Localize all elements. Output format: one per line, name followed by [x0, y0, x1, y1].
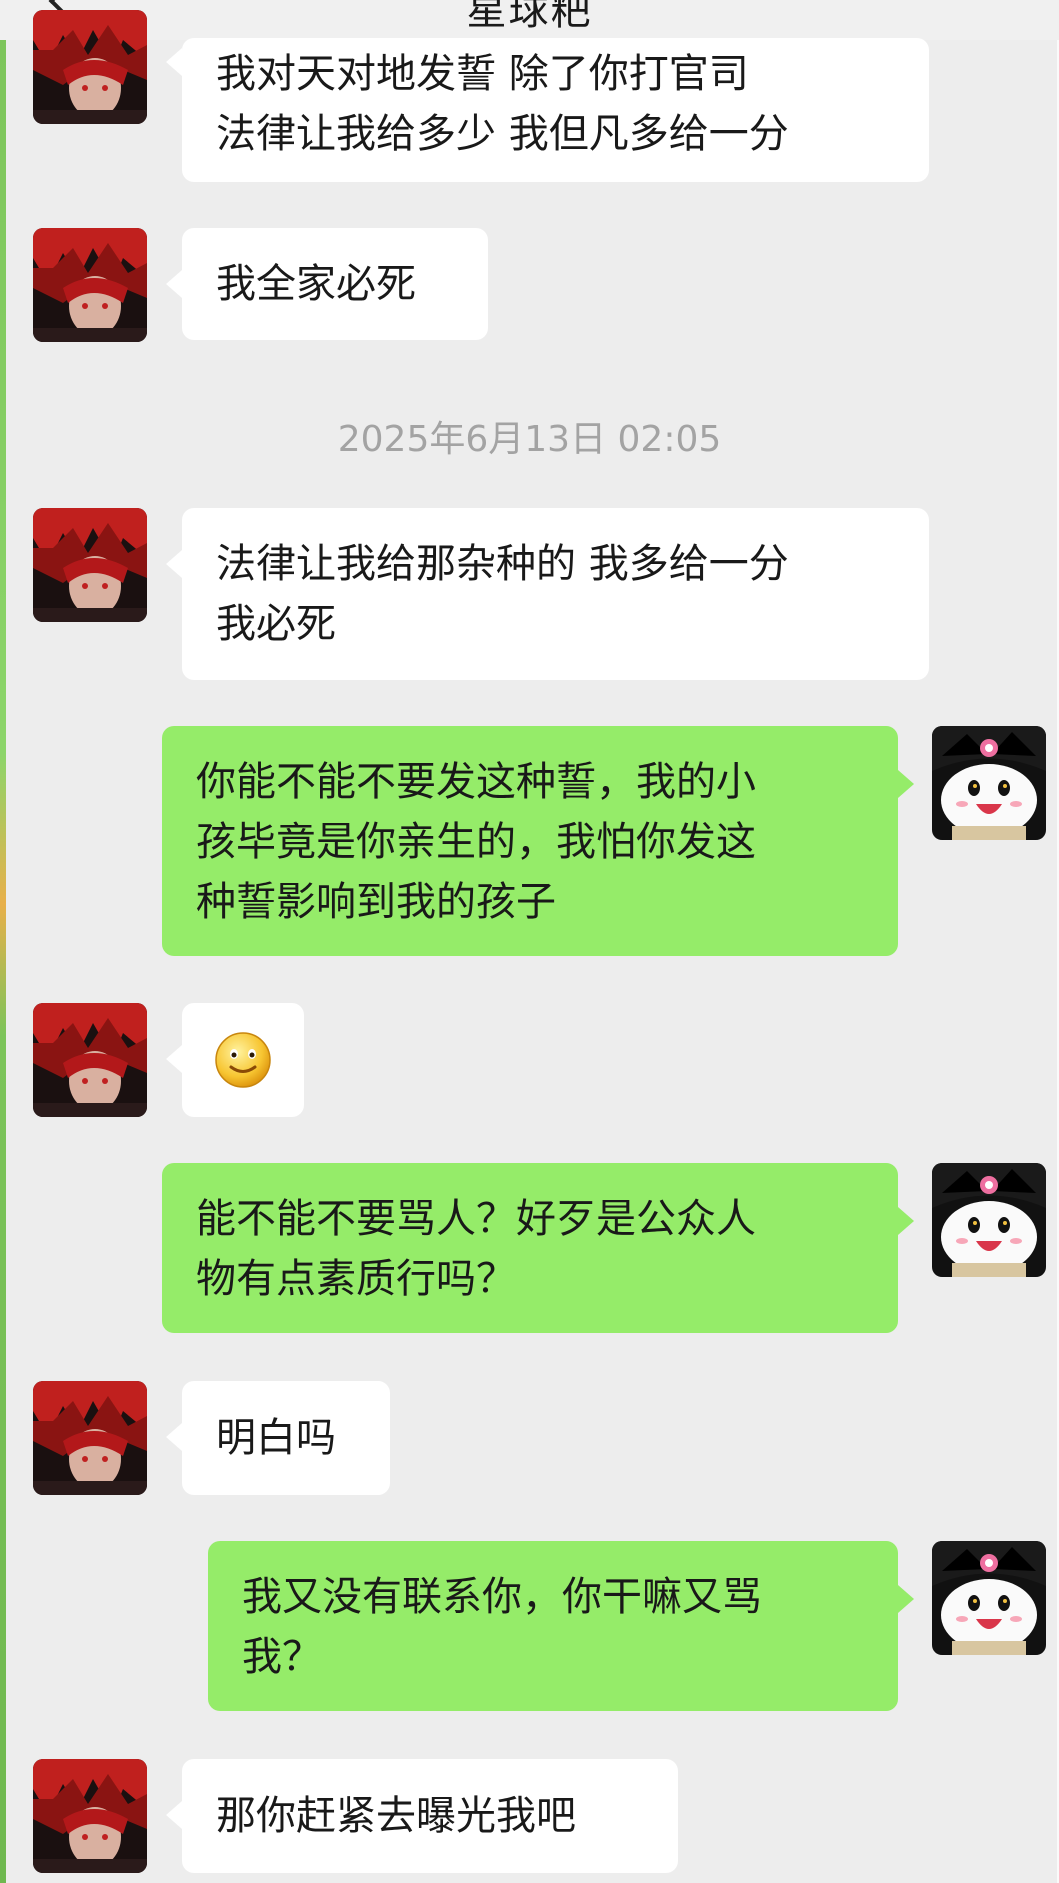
contact-avatar[interactable]: [33, 1759, 147, 1873]
message-bubble[interactable]: [182, 1003, 304, 1117]
message-bubble[interactable]: 明白吗: [182, 1381, 390, 1495]
message-line: 种誓影响到我的孩子: [196, 879, 556, 925]
self-avatar[interactable]: [932, 1163, 1046, 1277]
contact-avatar[interactable]: [33, 228, 147, 342]
message-line: 我？: [242, 1634, 322, 1680]
message-bubble[interactable]: 我对天对地发誓 除了你打官司 法律让我给多少 我但凡多给一分: [182, 38, 929, 182]
message-line: 我全家必死: [216, 261, 416, 307]
bubble-tail: [166, 550, 182, 578]
chat-header: 星球粑: [0, 0, 1059, 40]
bubble-tail: [166, 48, 182, 76]
smiley-emoji-icon: [215, 1032, 271, 1088]
contact-avatar[interactable]: [33, 508, 147, 622]
message-line: 我对天对地发誓 除了你打官司: [216, 51, 749, 97]
contact-avatar[interactable]: [33, 1381, 147, 1495]
chat-timestamp: 2025年6月13日 02:05: [337, 419, 722, 460]
contact-avatar[interactable]: [33, 1003, 147, 1117]
message-bubble[interactable]: 法律让我给那杂种的 我多给一分 我必死: [182, 508, 929, 680]
bubble-tail: [898, 1207, 914, 1235]
contact-avatar[interactable]: [33, 10, 147, 124]
message-bubble[interactable]: 我又没有联系你，你干嘛又骂 我？: [208, 1541, 898, 1711]
message-line: 能不能不要骂人？好歹是公众人: [196, 1196, 756, 1242]
message-line: 法律让我给那杂种的 我多给一分: [216, 541, 789, 587]
bubble-tail: [166, 1045, 182, 1073]
message-bubble[interactable]: 那你赶紧去曝光我吧: [182, 1759, 678, 1873]
self-avatar[interactable]: [932, 1541, 1046, 1655]
bubble-tail: [898, 1585, 914, 1613]
chat-screen: 星球粑 我对天对地发誓 除了你打官司 法律让我给多少 我但凡多给一分 我全家必死…: [0, 0, 1059, 1883]
message-line: 我又没有联系你，你干嘛又骂: [242, 1574, 762, 1620]
bubble-tail: [166, 270, 182, 298]
message-line: 法律让我给多少 我但凡多给一分: [216, 111, 789, 157]
chat-title: 星球粑: [466, 0, 593, 34]
bubble-tail: [166, 1801, 182, 1829]
message-line: 物有点素质行吗？: [196, 1256, 516, 1302]
message-bubble[interactable]: 我全家必死: [182, 228, 488, 340]
message-bubble[interactable]: 能不能不要骂人？好歹是公众人 物有点素质行吗？: [162, 1163, 898, 1333]
message-bubble[interactable]: 你能不能不要发这种誓，我的小 孩毕竟是你亲生的，我怕你发这 种誓影响到我的孩子: [162, 726, 898, 956]
self-avatar[interactable]: [932, 726, 1046, 840]
message-line: 你能不能不要发这种誓，我的小: [196, 759, 756, 805]
message-line: 我必死: [216, 601, 336, 647]
window-edge: [0, 0, 6, 1883]
bubble-tail: [166, 1423, 182, 1451]
message-line: 孩毕竟是你亲生的，我怕你发这: [196, 819, 756, 865]
message-line: 明白吗: [216, 1415, 336, 1461]
bubble-tail: [898, 770, 914, 798]
message-line: 那你赶紧去曝光我吧: [216, 1793, 576, 1839]
